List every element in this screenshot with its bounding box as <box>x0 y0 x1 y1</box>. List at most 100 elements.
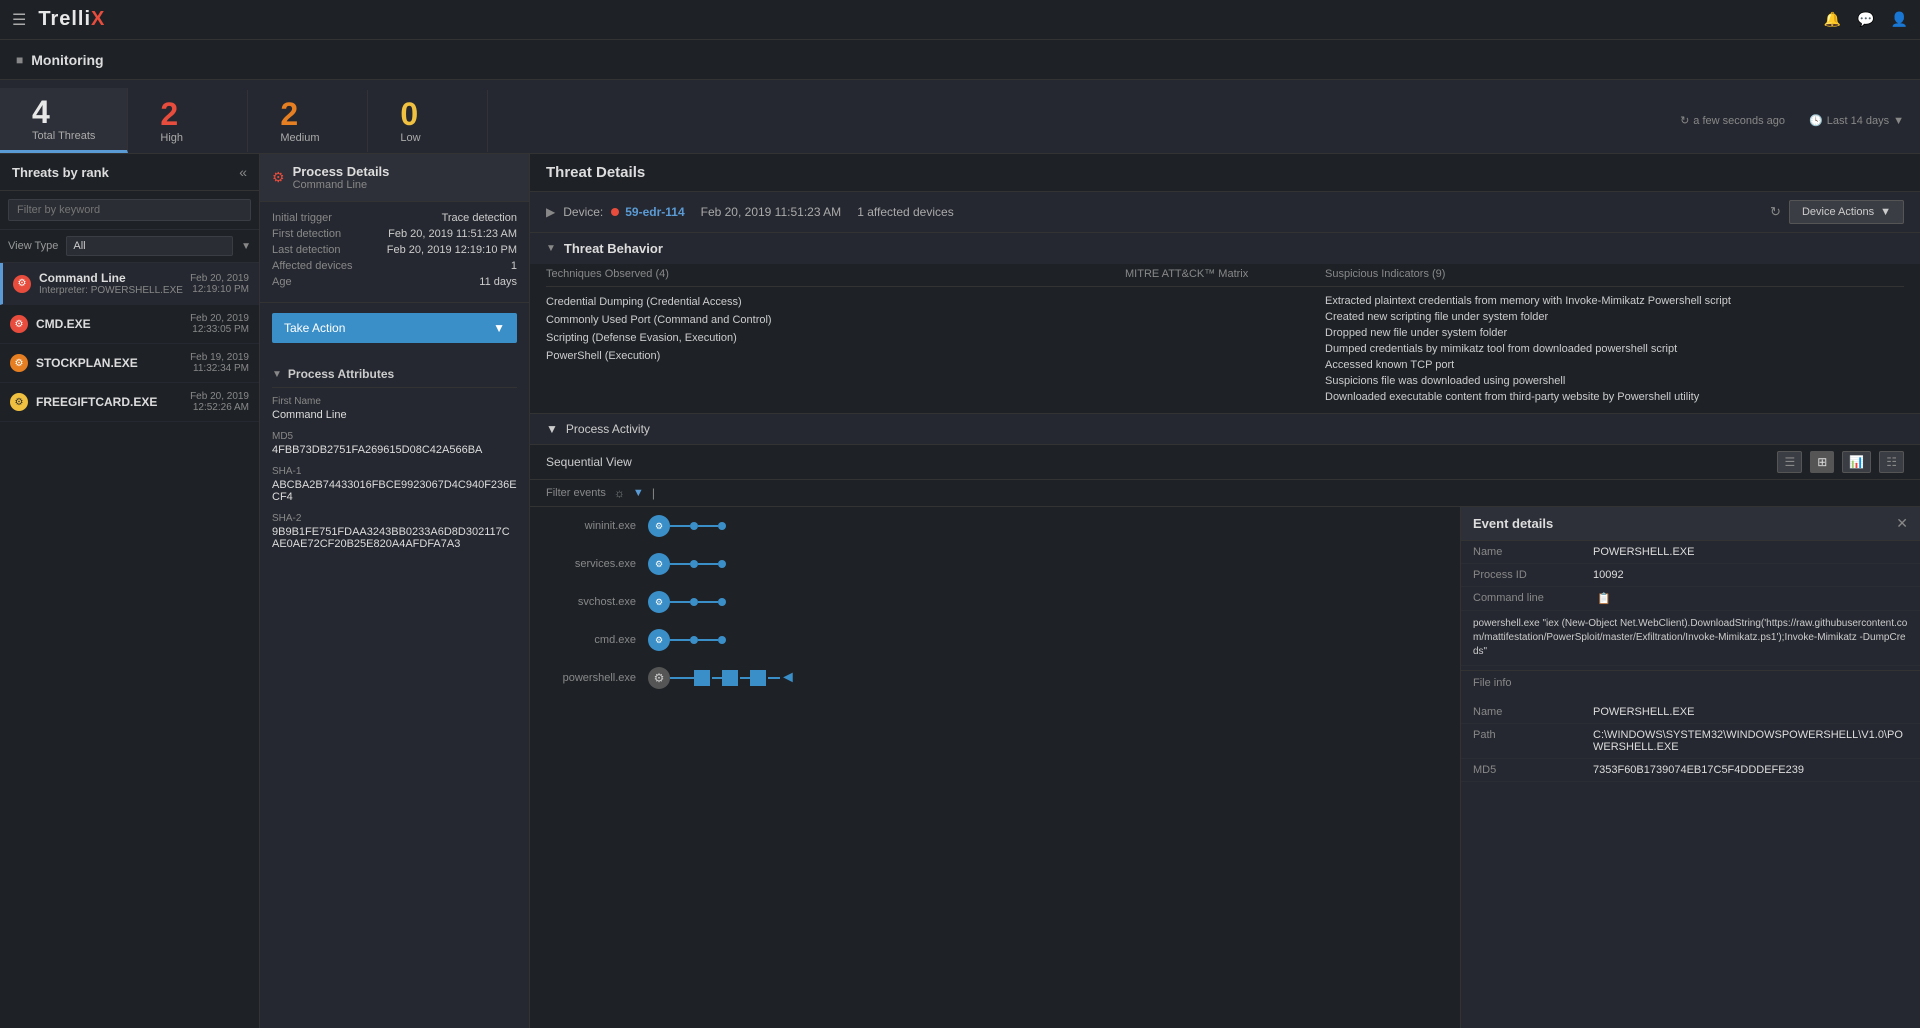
node-line <box>698 525 718 527</box>
nav-icons: 🔔 💬 👤 <box>1824 11 1908 28</box>
metric-total-label: Total Threats <box>32 130 95 142</box>
filter-events-row: Filter events ☼ ▼ | <box>530 480 1920 507</box>
suspicious-item: Accessed known TCP port <box>1325 357 1904 373</box>
suspicious-item: Dropped new file under system folder <box>1325 325 1904 341</box>
threat-info: CMD.EXE <box>36 317 190 331</box>
device-refresh-icon[interactable]: ↻ <box>1770 204 1781 220</box>
node-line <box>670 601 690 603</box>
graph-area: wininit.exe⚙services.exe⚙svchost.exe⚙cmd… <box>530 507 1460 1028</box>
threat-list: ⚙ Command Line Interpreter: POWERSHELL.E… <box>0 263 259 1028</box>
node-dot <box>718 636 726 644</box>
process-attributes-section: ▼ Process Attributes First Name Command … <box>260 353 529 568</box>
threat-list-item[interactable]: ⚙ FREEGIFTCARD.EXE Feb 20, 201912:52:26 … <box>0 383 259 422</box>
grid-view-button[interactable]: ⊞ <box>1810 451 1834 473</box>
node-square <box>694 670 710 686</box>
process-attributes-header[interactable]: ▼ Process Attributes <box>272 361 517 388</box>
process-activity-header[interactable]: ▼ Process Activity <box>530 414 1920 445</box>
table-view-button[interactable]: ☷ <box>1879 451 1904 473</box>
chart-view-button[interactable]: 📊 <box>1842 451 1871 473</box>
attr-value: Command Line <box>272 409 517 421</box>
refresh-group[interactable]: ↻ a few seconds ago <box>1680 114 1785 127</box>
filter-icon: ☼ <box>614 486 625 500</box>
attr-field: MD5 4FBB73DB2751FA269615D08C42A566BA <box>272 431 517 456</box>
device-row: ▶ Device: 59-edr-114 Feb 20, 2019 11:51:… <box>530 192 1920 233</box>
process-meta: Initial trigger Trace detection First de… <box>260 202 529 303</box>
file-md5-row: MD5 7353F60B1739074EB17C5F4DDDEFE239 <box>1461 759 1920 782</box>
refresh-icon[interactable]: ↻ <box>1680 114 1689 127</box>
attr-label: SHA-1 <box>272 466 517 477</box>
threat-list-item[interactable]: ⚙ Command Line Interpreter: POWERSHELL.E… <box>0 263 259 305</box>
node-line <box>698 601 718 603</box>
hamburger-icon[interactable]: ☰ <box>12 10 26 30</box>
technique-item: Scripting (Defense Evasion, Execution) <box>546 329 1125 347</box>
event-name-value: POWERSHELL.EXE <box>1593 546 1908 558</box>
view-icons: ☰ ⊞ 📊 ☷ <box>1777 451 1904 473</box>
node-gear: ⚙ <box>648 667 670 689</box>
chat-icon[interactable]: 💬 <box>1857 11 1874 28</box>
process-meta-value: 11 days <box>479 276 517 288</box>
process-node-row: svchost.exe⚙ <box>538 591 1452 613</box>
suspicious-item: Created new scripting file under system … <box>1325 309 1904 325</box>
process-attributes-title: Process Attributes <box>288 367 394 381</box>
bell-icon[interactable]: 🔔 <box>1824 11 1841 28</box>
file-path-value: C:\WINDOWS\SYSTEM32\WINDOWSPOWERSHELL\V1… <box>1593 729 1908 753</box>
sequential-view-label: Sequential View <box>546 455 632 469</box>
threat-info: STOCKPLAN.EXE <box>36 356 190 370</box>
threat-time: Feb 20, 201912:19:10 PM <box>190 273 249 295</box>
attr-field: SHA-2 9B9B1FE751FDAA3243BB0233A6D8D30211… <box>272 513 517 550</box>
suspicious-header: Suspicious Indicators (9) <box>1325 264 1904 287</box>
node-line <box>768 677 780 679</box>
filter-events-dropdown[interactable]: ▼ <box>633 487 644 499</box>
threat-name: Command Line <box>39 271 190 285</box>
file-info-section: File info <box>1461 670 1920 701</box>
node-line <box>698 639 718 641</box>
view-type-select[interactable]: All <box>66 236 233 256</box>
threat-name: CMD.EXE <box>36 317 190 331</box>
list-view-button[interactable]: ☰ <box>1777 451 1802 473</box>
threat-behavior-header[interactable]: ▼ Threat Behavior <box>530 233 1920 264</box>
file-md5-label: MD5 <box>1473 764 1593 776</box>
suspicious-item: Downloaded executable content from third… <box>1325 389 1904 405</box>
sequential-view-bar: Sequential View ☰ ⊞ 📊 ☷ <box>530 445 1920 480</box>
file-info-title: File info <box>1473 677 1908 689</box>
metric-total[interactable]: 4 Total Threats <box>0 88 128 153</box>
process-meta-value: Feb 20, 2019 11:51:23 AM <box>388 228 517 240</box>
device-actions-button[interactable]: Device Actions ▼ <box>1789 200 1904 224</box>
process-node-row: powershell.exe⚙ ◄ <box>538 667 1452 689</box>
refresh-time: a few seconds ago <box>1693 115 1785 127</box>
attr-field: First Name Command Line <box>272 396 517 421</box>
filter-input[interactable] <box>8 199 251 221</box>
file-path-row: Path C:\WINDOWS\SYSTEM32\WINDOWSPOWERSHE… <box>1461 724 1920 759</box>
close-button[interactable]: ✕ <box>1896 515 1908 532</box>
node-line <box>740 677 750 679</box>
metric-high[interactable]: 2 High <box>128 90 248 152</box>
collapse-icon[interactable]: « <box>239 164 247 180</box>
suspicious-item: Extracted plaintext credentials from mem… <box>1325 293 1904 309</box>
process-node-label: cmd.exe <box>538 634 648 646</box>
metric-low[interactable]: 0 Low <box>368 90 488 152</box>
threat-list-item[interactable]: ⚙ CMD.EXE Feb 20, 201912:33:05 PM <box>0 305 259 344</box>
chevron-down-icon: ▼ <box>1893 115 1904 127</box>
time-group[interactable]: 🕓 Last 14 days ▼ <box>1809 114 1904 127</box>
expand-icon[interactable]: ▶ <box>546 205 555 219</box>
threat-time: Feb 20, 201912:33:05 PM <box>190 313 249 335</box>
chevron-down-icon: ▼ <box>1880 206 1891 218</box>
metric-medium[interactable]: 2 Medium <box>248 90 368 152</box>
event-pid-row: Process ID 10092 <box>1461 564 1920 587</box>
chevron-icon: ▼ <box>546 422 558 436</box>
threat-list-item[interactable]: ⚙ STOCKPLAN.EXE Feb 19, 201911:32:34 PM <box>0 344 259 383</box>
attr-label: MD5 <box>272 431 517 442</box>
process-node-label: powershell.exe <box>538 672 648 684</box>
take-action-button[interactable]: Take Action ▼ <box>272 313 517 343</box>
threat-details-header: Threat Details <box>530 154 1920 192</box>
node-arrow-icon: ◄ <box>780 669 796 687</box>
mitre-col: MITRE ATT&CK™ Matrix <box>1125 264 1325 405</box>
event-name-label: Name <box>1473 546 1593 558</box>
process-meta-row: Last detection Feb 20, 2019 12:19:10 PM <box>272 244 517 256</box>
threat-severity-badge: ⚙ <box>10 315 28 333</box>
copy-icon[interactable]: 📋 <box>1597 592 1611 605</box>
threats-by-rank-title: Threats by rank <box>12 165 109 180</box>
metric-medium-value: 2 <box>280 98 335 130</box>
user-icon[interactable]: 👤 <box>1891 11 1908 28</box>
device-name[interactable]: 59-edr-114 <box>625 205 684 219</box>
